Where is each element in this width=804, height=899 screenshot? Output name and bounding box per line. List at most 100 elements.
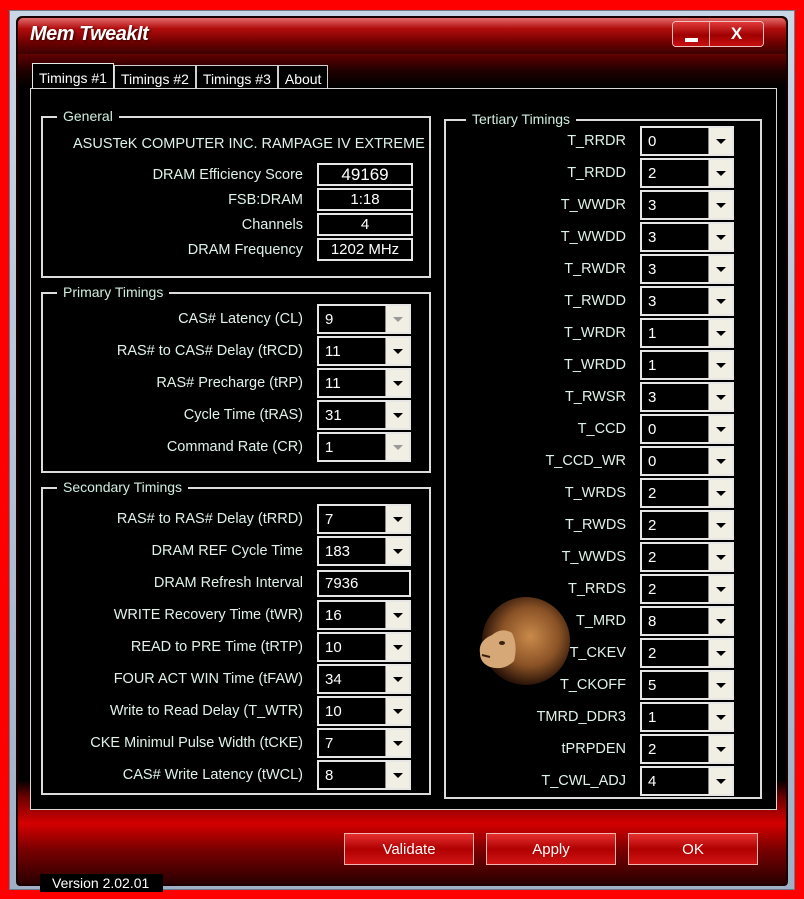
dropdown-arrow-button[interactable] — [708, 608, 732, 634]
dropdown-arrow-button[interactable] — [708, 512, 732, 538]
value-dropdown[interactable]: 2 — [640, 638, 734, 668]
validate-button[interactable]: Validate — [344, 833, 474, 865]
dropdown-value: 183 — [325, 542, 351, 560]
value-dropdown[interactable]: 3 — [640, 254, 734, 284]
value-dropdown[interactable]: 0 — [640, 446, 734, 476]
chevron-down-icon — [715, 202, 726, 208]
tab-timings-1[interactable]: Timings #1 — [32, 63, 114, 90]
value-dropdown[interactable]: 2 — [640, 734, 734, 764]
dram-refresh-interval-input[interactable]: 7936 — [317, 569, 411, 597]
dropdown-arrow-button[interactable] — [708, 224, 732, 250]
tertiary-row-t-wwds: T_WWDS 2 — [446, 541, 734, 573]
value-dropdown[interactable]: 1 — [640, 702, 734, 732]
chevron-down-icon — [392, 772, 403, 778]
tertiary-row-t-wrdd: T_WRDD 1 — [446, 349, 734, 381]
value-dropdown[interactable]: 3 — [640, 222, 734, 252]
value-dropdown[interactable]: 2 — [640, 510, 734, 540]
value-dropdown[interactable]: 5 — [640, 670, 734, 700]
field-label: DRAM Frequency — [187, 241, 303, 258]
value-dropdown[interactable]: 8 — [640, 606, 734, 636]
value-dropdown[interactable]: 7 — [317, 504, 411, 534]
value-dropdown[interactable]: 3 — [640, 382, 734, 412]
dropdown-arrow-button[interactable] — [708, 576, 732, 602]
tertiary-row-t-wwdd: T_WWDD 3 — [446, 221, 734, 253]
minimize-icon — [684, 38, 698, 42]
dropdown-arrow-button[interactable] — [708, 672, 732, 698]
dropdown-arrow-button[interactable] — [385, 698, 409, 724]
value-dropdown[interactable]: 3 — [640, 190, 734, 220]
chevron-down-icon — [392, 740, 403, 746]
dropdown-arrow-button[interactable] — [708, 640, 732, 666]
dropdown-arrow-button[interactable] — [385, 666, 409, 692]
value-dropdown[interactable]: 31 — [317, 400, 411, 430]
dropdown-arrow-button[interactable] — [708, 352, 732, 378]
value-dropdown[interactable]: 183 — [317, 536, 411, 566]
dropdown-arrow-button[interactable] — [708, 768, 732, 794]
dropdown-arrow-button[interactable] — [708, 544, 732, 570]
value-dropdown[interactable]: 2 — [640, 574, 734, 604]
dropdown-arrow-button[interactable] — [708, 416, 732, 442]
dropdown-arrow-button[interactable] — [708, 704, 732, 730]
apply-button[interactable]: Apply — [486, 833, 616, 865]
tertiary-row-t-wrdr: T_WRDR 1 — [446, 317, 734, 349]
minimize-button[interactable] — [673, 22, 709, 46]
dropdown-arrow-button[interactable] — [385, 402, 409, 428]
dropdown-arrow-button[interactable] — [708, 480, 732, 506]
value-dropdown[interactable]: 11 — [317, 336, 411, 366]
chevron-down-icon — [715, 394, 726, 400]
value-dropdown[interactable]: 10 — [317, 632, 411, 662]
value-dropdown[interactable]: 3 — [640, 286, 734, 316]
dram-frequency-value: 1202 MHz — [317, 238, 413, 261]
dropdown-arrow-button[interactable] — [385, 338, 409, 364]
field-label: RAS# to CAS# Delay (tRCD) — [116, 343, 303, 359]
dropdown-arrow-button[interactable] — [708, 320, 732, 346]
dropdown-arrow-button[interactable] — [708, 128, 732, 154]
dropdown-arrow-button[interactable] — [385, 506, 409, 532]
field-label: Channels — [241, 216, 303, 233]
dropdown-arrow-button[interactable] — [385, 634, 409, 660]
tab-about[interactable]: About — [277, 65, 329, 89]
value-dropdown[interactable]: 8 — [317, 760, 411, 790]
title-bar[interactable]: Mem TweakIt X — [18, 18, 786, 54]
field-label: T_RRDD — [567, 165, 626, 181]
dropdown-value: 10 — [325, 638, 342, 656]
ok-button[interactable]: OK — [628, 833, 758, 865]
value-dropdown[interactable]: 2 — [640, 542, 734, 572]
tab-timings-2[interactable]: Timings #2 — [113, 65, 196, 89]
value-dropdown[interactable]: 0 — [640, 414, 734, 444]
value-dropdown[interactable]: 2 — [640, 478, 734, 508]
field-label: Command Rate (CR) — [166, 439, 303, 455]
value-dropdown[interactable]: 1 — [640, 350, 734, 380]
value-dropdown[interactable]: 2 — [640, 158, 734, 188]
general-row-dram-frequency: DRAM Frequency 1202 MHz — [43, 237, 413, 262]
primary-row-command-rate-cr: Command Rate (CR) 1 — [43, 431, 411, 463]
value-dropdown[interactable]: 7 — [317, 728, 411, 758]
value-dropdown[interactable]: 0 — [640, 126, 734, 156]
value-dropdown[interactable]: 34 — [317, 664, 411, 694]
tab-timings-3[interactable]: Timings #3 — [195, 65, 278, 89]
mem-tweakit-window: Mem TweakIt X Timings #1 Timings #2 Timi… — [16, 16, 788, 892]
dropdown-value: 34 — [325, 670, 342, 688]
dropdown-arrow-button[interactable] — [708, 384, 732, 410]
dropdown-arrow-button[interactable] — [708, 192, 732, 218]
field-label: FOUR ACT WIN Time (tFAW) — [113, 671, 303, 687]
dropdown-arrow-button[interactable] — [385, 602, 409, 628]
primary-row-ras-to-cas-delay-trcd: RAS# to CAS# Delay (tRCD) 11 — [43, 335, 411, 367]
dropdown-value: 8 — [325, 766, 334, 784]
value-dropdown[interactable]: 16 — [317, 600, 411, 630]
dropdown-arrow-button[interactable] — [385, 538, 409, 564]
dropdown-arrow-button[interactable] — [385, 730, 409, 756]
dropdown-arrow-button[interactable] — [708, 448, 732, 474]
value-dropdown[interactable]: 11 — [317, 368, 411, 398]
value-dropdown[interactable]: 4 — [640, 766, 734, 796]
dropdown-arrow-button[interactable] — [708, 256, 732, 282]
dropdown-value: 1 — [648, 356, 657, 374]
close-button[interactable]: X — [709, 22, 763, 46]
dropdown-arrow-button[interactable] — [708, 736, 732, 762]
dropdown-arrow-button[interactable] — [385, 762, 409, 788]
dropdown-arrow-button[interactable] — [708, 160, 732, 186]
dropdown-arrow-button[interactable] — [385, 370, 409, 396]
value-dropdown[interactable]: 1 — [640, 318, 734, 348]
dropdown-arrow-button[interactable] — [708, 288, 732, 314]
value-dropdown[interactable]: 10 — [317, 696, 411, 726]
